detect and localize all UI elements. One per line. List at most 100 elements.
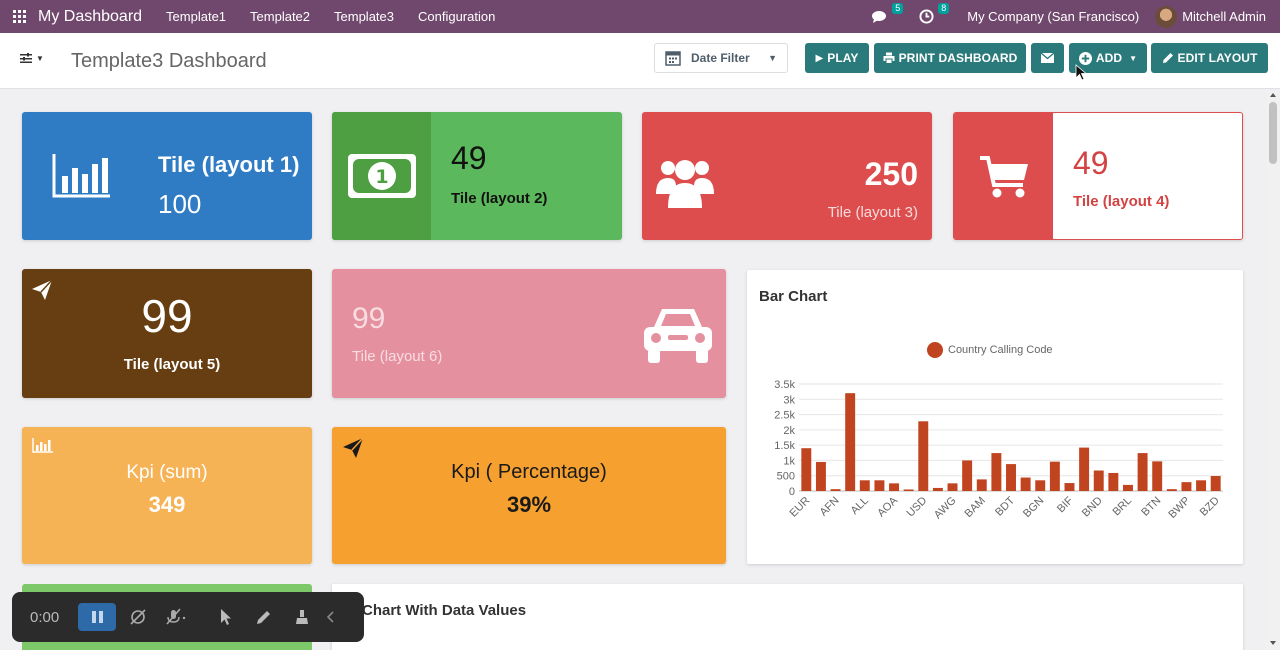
pause-button[interactable]: [78, 603, 116, 631]
y-tick-label: 1.5k: [774, 440, 795, 452]
bar: [1006, 464, 1016, 491]
activity-clock-icon[interactable]: 8: [917, 2, 950, 25]
bar-chart-icon: [52, 154, 110, 198]
paper-plane-icon: [343, 437, 364, 458]
tile-value: 250: [864, 156, 918, 192]
user-name: Mitchell Admin: [1182, 9, 1266, 24]
bar: [991, 453, 1002, 491]
x-tick-label: BZD: [1198, 495, 1222, 519]
date-filter-dropdown[interactable]: Date Filter ▼: [654, 43, 788, 73]
tile-value: 49: [1073, 145, 1109, 181]
menu-template3[interactable]: Template3: [334, 9, 394, 24]
bar: [1020, 477, 1031, 491]
print-label: PRINT DASHBOARD: [898, 51, 1018, 65]
printer-icon: [883, 52, 895, 64]
x-tick-label: AFN: [818, 495, 842, 519]
shopping-cart-icon: [979, 156, 1028, 198]
x-tick-label: AOA: [875, 494, 900, 519]
x-tick-label: BWP: [1166, 495, 1192, 521]
menu-template2[interactable]: Template2: [250, 9, 310, 24]
kpi-sum[interactable]: Kpi (sum) 349: [22, 427, 312, 564]
x-tick-label: BDT: [993, 494, 1017, 518]
control-panel: ▼ Template3 Dashboard Date Filter ▼ ▶ PL…: [0, 33, 1280, 89]
x-tick-label: BTN: [1139, 495, 1163, 519]
x-tick-label: ALL: [849, 495, 871, 517]
sliders-icon: [20, 53, 32, 63]
apps-menu-icon[interactable]: [0, 0, 38, 33]
scrollbar-thumb[interactable]: [1269, 102, 1277, 164]
menu-template1[interactable]: Template1: [166, 9, 226, 24]
bar: [1064, 483, 1075, 491]
tile-layout-5[interactable]: 99 Tile (layout 5): [22, 269, 312, 398]
bar: [1035, 480, 1046, 491]
play-icon: ▶: [815, 52, 824, 64]
plus-circle-icon: [1078, 51, 1092, 65]
tile-value: 49: [451, 140, 487, 176]
tile-layout-1[interactable]: Tile (layout 1) 100: [22, 112, 312, 240]
tile-layout-6[interactable]: 99 Tile (layout 6): [332, 269, 726, 398]
kpi-value: 349: [148, 492, 186, 517]
x-tick-label: USD: [904, 495, 929, 520]
eraser-tool-icon[interactable]: [286, 603, 318, 631]
bar-chart-card: Bar Chart Country Calling Code 0 500 1k 1.5…: [747, 270, 1243, 564]
x-tick-label: AWG: [932, 495, 959, 522]
collapse-chevron-icon[interactable]: [324, 603, 338, 631]
send-mail-button[interactable]: [1031, 43, 1064, 73]
bar-chart-icon: [32, 438, 53, 453]
print-dashboard-button[interactable]: PRINT DASHBOARD: [874, 43, 1026, 73]
tile-layout-3[interactable]: 250 Tile (layout 3): [642, 112, 932, 240]
x-tick-label: BND: [1080, 495, 1105, 520]
top-navbar: My Dashboard Template1 Template2 Templat…: [0, 0, 1280, 33]
bar: [1181, 482, 1192, 491]
mouse-cursor-icon: [1075, 64, 1087, 81]
filter-toggle-button[interactable]: ▼: [20, 53, 44, 63]
money-icon: 1: [347, 154, 416, 198]
pointer-tool-icon[interactable]: [210, 603, 242, 631]
edit-layout-button[interactable]: EDIT LAYOUT: [1151, 43, 1268, 73]
calendar-icon: [665, 51, 681, 66]
bar: [932, 487, 943, 491]
y-tick-label: 3.5k: [774, 379, 795, 391]
company-switcher[interactable]: My Company (San Francisco): [967, 9, 1139, 24]
recording-time: 0:00: [30, 608, 60, 626]
car-icon: [644, 309, 712, 363]
microphone-off-icon[interactable]: [160, 603, 192, 631]
caret-down-icon: ▼: [36, 53, 44, 63]
tile-layout-2[interactable]: 1 49 Tile (layout 2): [332, 112, 622, 240]
user-menu[interactable]: Mitchell Admin: [1155, 5, 1266, 28]
pen-tool-icon[interactable]: [248, 603, 280, 631]
kpi-value: 39%: [506, 492, 552, 517]
messages-icon[interactable]: 5: [871, 2, 904, 25]
x-tick-label: BRL: [1110, 495, 1134, 519]
add-label: ADD: [1095, 51, 1123, 65]
pencil-icon: [1162, 53, 1173, 63]
x-tick-label: EUR: [788, 495, 813, 520]
y-tick-label: 1k: [783, 455, 795, 467]
kpi-percentage[interactable]: Kpi ( Percentage) 39%: [332, 427, 726, 564]
tile-icon-panel: [954, 113, 1053, 239]
envelope-icon: [1041, 53, 1054, 63]
svg-text:1: 1: [375, 166, 388, 188]
bar: [859, 480, 870, 491]
bar: [1196, 480, 1207, 491]
bar: [801, 448, 812, 491]
y-tick-label: 0: [789, 486, 795, 498]
kpi-name: Kpi (sum): [126, 462, 208, 483]
tile-value: 99: [352, 302, 386, 335]
tile-name: Tile (layout 2): [451, 190, 548, 207]
x-tick-label: BGN: [1021, 495, 1046, 520]
menu-configuration[interactable]: Configuration: [418, 9, 495, 24]
camera-off-icon[interactable]: [122, 603, 154, 631]
app-brand[interactable]: My Dashboard: [38, 8, 142, 26]
bar: [830, 489, 841, 491]
play-label: PLAY: [827, 51, 859, 65]
messages-badge: 5: [892, 2, 904, 14]
y-tick-label: 2k: [783, 425, 795, 437]
users-icon: [656, 160, 714, 208]
play-button[interactable]: ▶ PLAY: [805, 43, 869, 73]
bar: [815, 461, 826, 491]
page-scrollbar[interactable]: [1266, 90, 1280, 650]
y-tick-label: 3k: [783, 394, 795, 406]
tile-layout-4[interactable]: 49 Tile (layout 4): [953, 112, 1243, 240]
tile-icon-panel: 1: [332, 112, 431, 240]
